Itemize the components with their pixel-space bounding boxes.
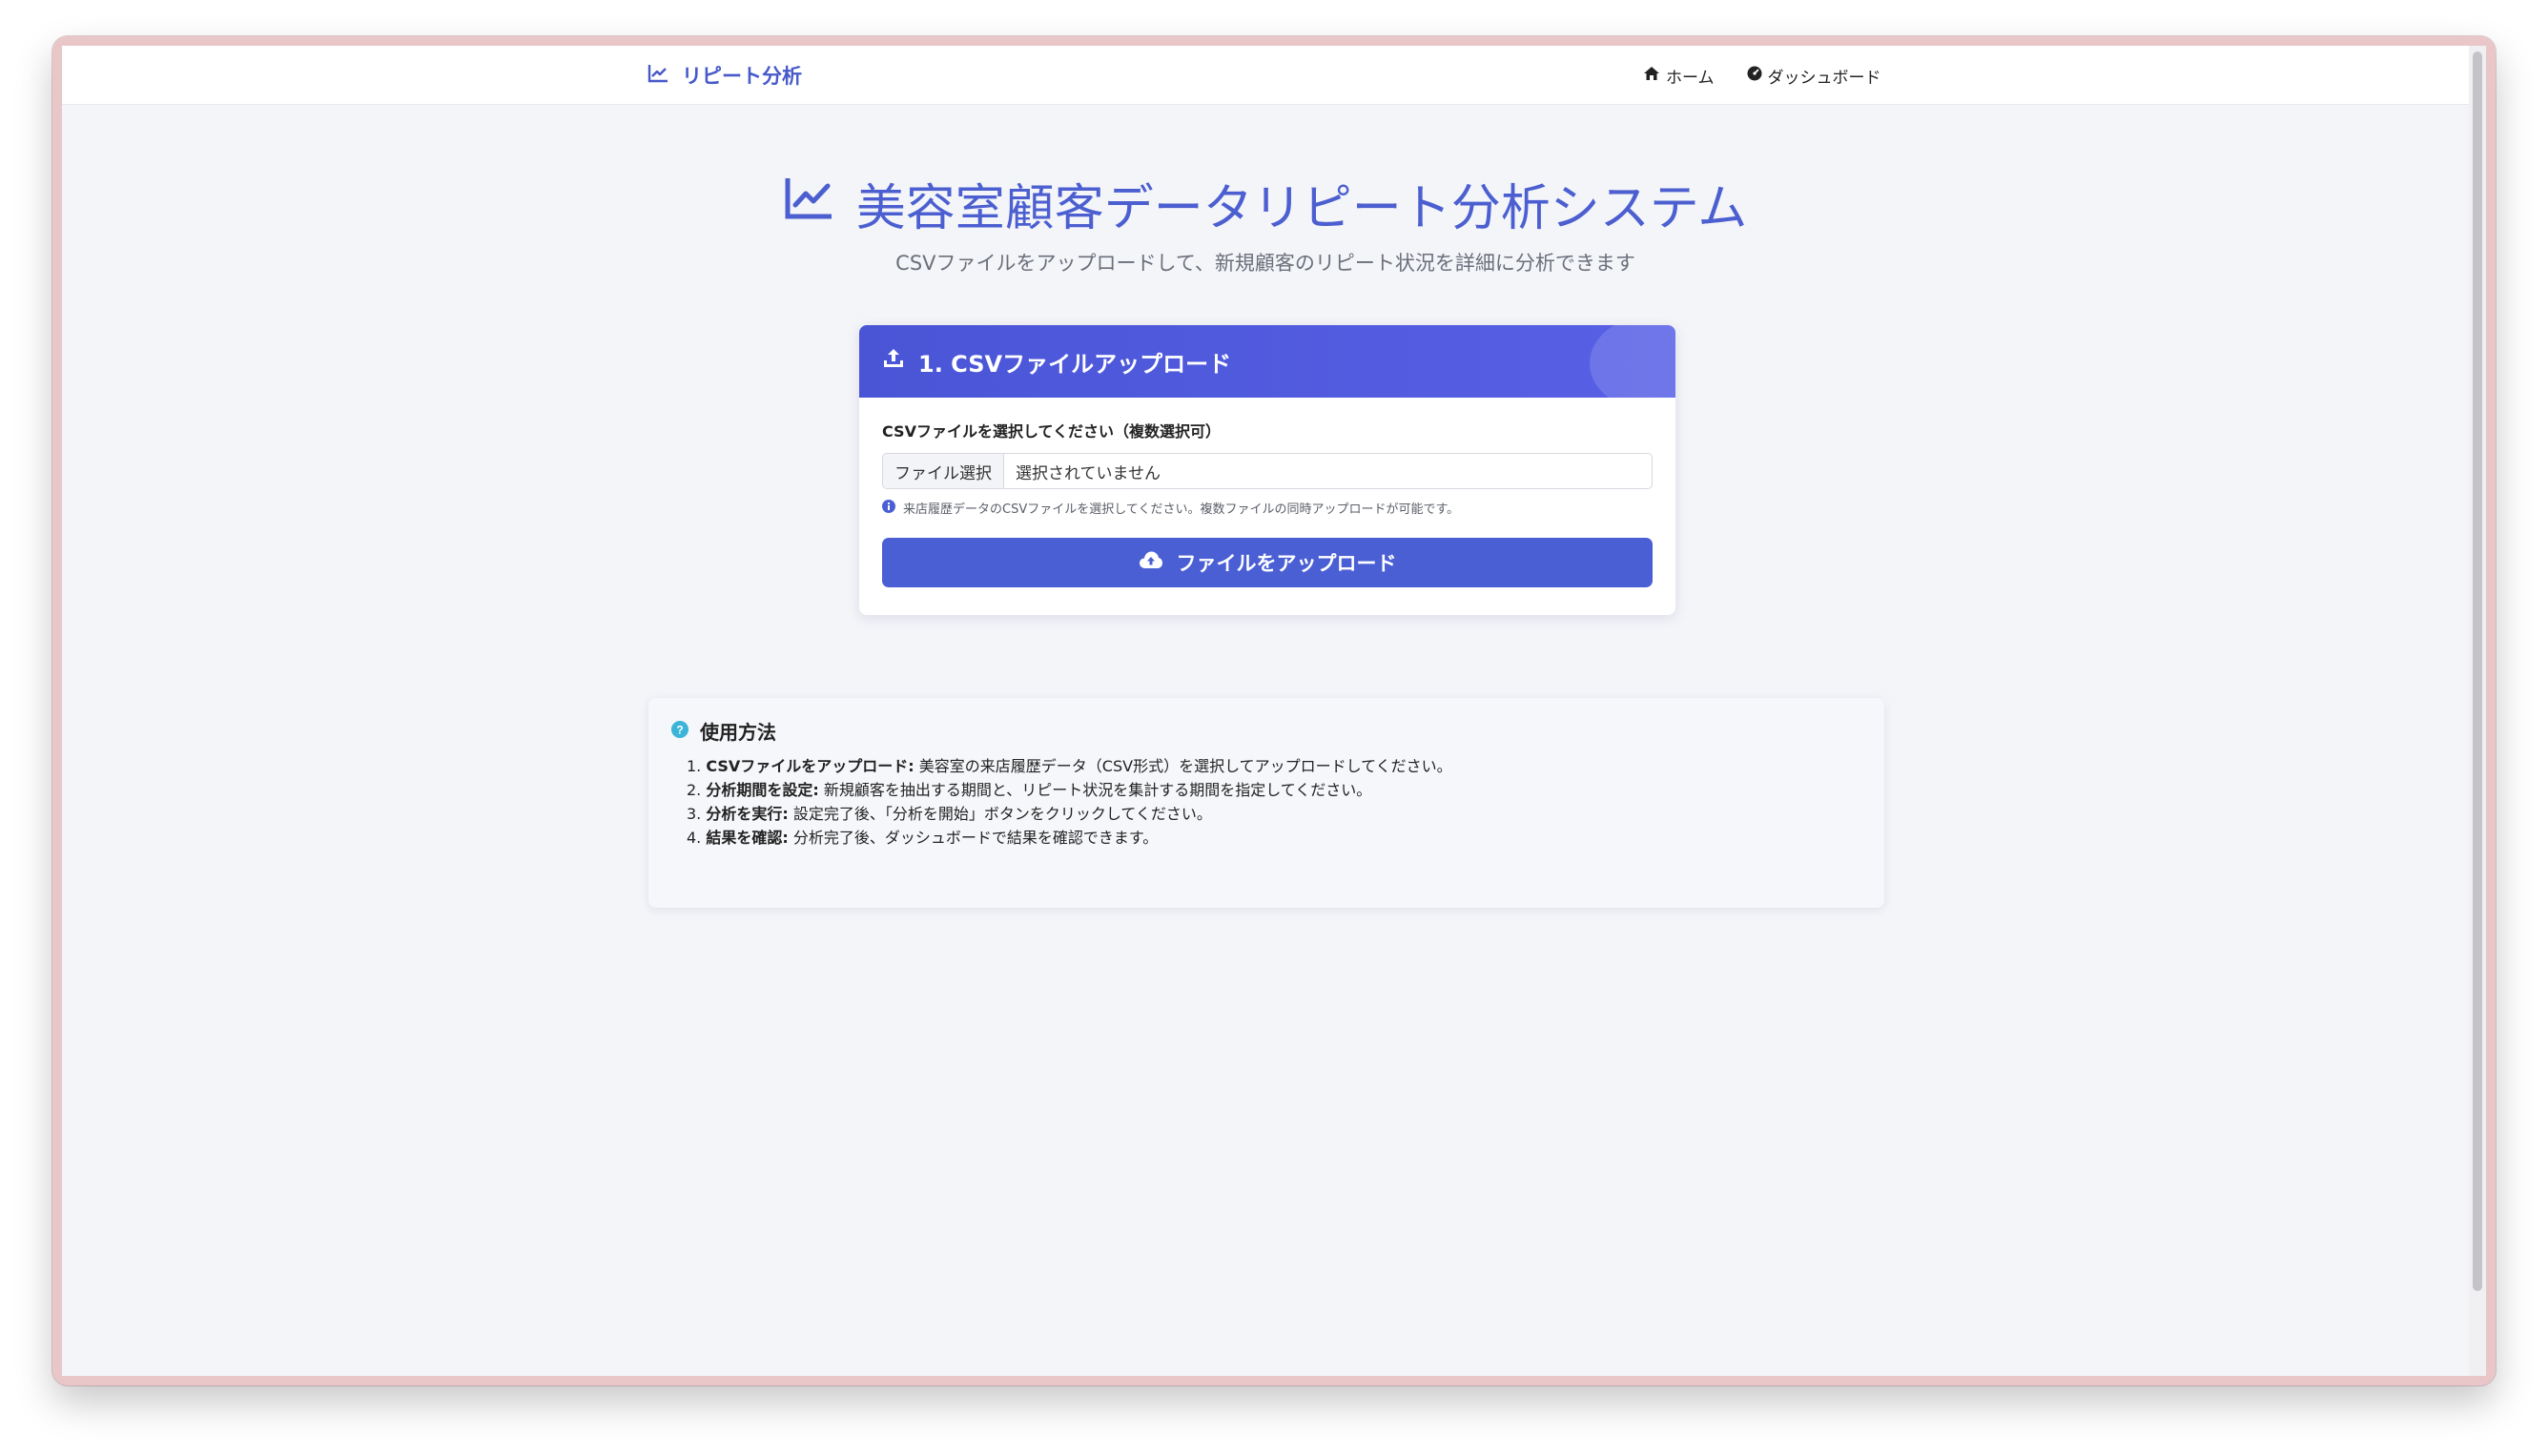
brand-label: リピート分析 xyxy=(682,65,802,88)
step-number: 3. xyxy=(687,805,702,823)
page-subtitle: CSVファイルをアップロードして、新規顧客のリピート状況を詳細に分析できます xyxy=(895,252,1635,275)
step-number: 1. xyxy=(687,757,702,775)
upload-card-body: CSVファイルを選択してください（複数選択可） ファイル選択 選択されていません… xyxy=(859,398,1675,608)
question-circle-icon: ? xyxy=(671,720,688,743)
step-label: 結果を確認: xyxy=(706,829,789,847)
usage-step: 1. CSVファイルをアップロード: 美容室の来店履歴データ（CSV形式）を選択… xyxy=(687,754,1861,778)
info-icon xyxy=(882,499,895,517)
step-label: 分析を実行: xyxy=(706,805,789,823)
step-label: 分析期間を設定: xyxy=(706,781,819,799)
upload-button[interactable]: ファイルをアップロード xyxy=(882,538,1653,587)
usage-panel: ? 使用方法 1. CSVファイルをアップロード: 美容室の来店履歴データ（CS… xyxy=(648,698,1884,908)
nav-links: ホーム ダッシュボード xyxy=(1643,59,1881,92)
usage-title-text: 使用方法 xyxy=(700,721,776,744)
chart-line-icon xyxy=(784,175,833,233)
file-field-label: CSVファイルを選択してください（複数選択可） xyxy=(882,422,1221,441)
usage-step: 2. 分析期間を設定: 新規顧客を抽出する期間と、リピート状況を集計する期間を指… xyxy=(687,778,1861,802)
usage-step: 3. 分析を実行: 設定完了後、「分析を開始」ボタンをクリックしてください。 xyxy=(687,802,1861,826)
chart-line-icon xyxy=(647,64,668,88)
upload-icon xyxy=(882,347,905,376)
nav-dashboard-label: ダッシュボード xyxy=(1767,68,1881,88)
nav-home-label: ホーム xyxy=(1666,68,1715,88)
step-text: 新規顧客を抽出する期間と、リピート状況を集計する期間を指定してください。 xyxy=(818,781,1372,799)
step-text: 分析完了後、ダッシュボードで結果を確認できます。 xyxy=(788,829,1159,847)
usage-title: ? 使用方法 xyxy=(671,717,1861,745)
brand-link[interactable]: リピート分析 xyxy=(647,59,802,92)
file-help-text: 来店履歴データのCSVファイルを選択してください。複数ファイルの同時アップロード… xyxy=(882,499,1653,517)
upload-card-header: 1. CSVファイルアップロード xyxy=(859,325,1675,398)
scrollbar-thumb[interactable] xyxy=(2473,51,2482,1291)
step-label: CSVファイルをアップロード: xyxy=(706,757,914,775)
dashboard-icon xyxy=(1747,66,1762,86)
page-viewport: リピート分析 ホーム ダッシュボード 美容室顧客データリピート分析システム CS… xyxy=(62,46,2486,1376)
upload-card: 1. CSVファイルアップロード CSVファイルを選択してください（複数選択可）… xyxy=(859,325,1675,615)
usage-steps: 1. CSVファイルをアップロード: 美容室の来店履歴データ（CSV形式）を選択… xyxy=(671,754,1861,850)
header-decoration xyxy=(1590,325,1675,398)
page-title-text: 美容室顧客データリピート分析システム xyxy=(855,180,1748,237)
csv-file-input[interactable]: ファイル選択 選択されていません xyxy=(882,453,1653,489)
file-select-button[interactable]: ファイル選択 xyxy=(883,454,1004,488)
svg-text:?: ? xyxy=(676,723,683,736)
help-text-label: 来店履歴データのCSVファイルを選択してください。複数ファイルの同時アップロード… xyxy=(903,502,1460,517)
upload-card-title: 1. CSVファイルアップロード xyxy=(918,350,1232,378)
nav-home[interactable]: ホーム xyxy=(1643,64,1715,88)
page-title: 美容室顧客データリピート分析システム xyxy=(62,168,2469,239)
step-number: 2. xyxy=(687,781,702,799)
step-text: 美容室の来店履歴データ（CSV形式）を選択してアップロードしてください。 xyxy=(914,757,1452,775)
file-status: 選択されていません xyxy=(1016,463,1161,483)
nav-dashboard[interactable]: ダッシュボード xyxy=(1747,64,1881,88)
navbar: リピート分析 ホーム ダッシュボード xyxy=(62,46,2469,105)
vertical-scrollbar[interactable] xyxy=(2469,46,2486,1376)
browser-window: リピート分析 ホーム ダッシュボード 美容室顧客データリピート分析システム CS… xyxy=(52,36,2496,1385)
step-text: 設定完了後、「分析を開始」ボタンをクリックしてください。 xyxy=(788,805,1212,823)
cloud-upload-icon xyxy=(1139,550,1163,575)
upload-button-label: ファイルをアップロード xyxy=(1176,553,1397,575)
usage-step: 4. 結果を確認: 分析完了後、ダッシュボードで結果を確認できます。 xyxy=(687,826,1861,850)
step-number: 4. xyxy=(687,829,702,847)
home-icon xyxy=(1643,66,1660,86)
